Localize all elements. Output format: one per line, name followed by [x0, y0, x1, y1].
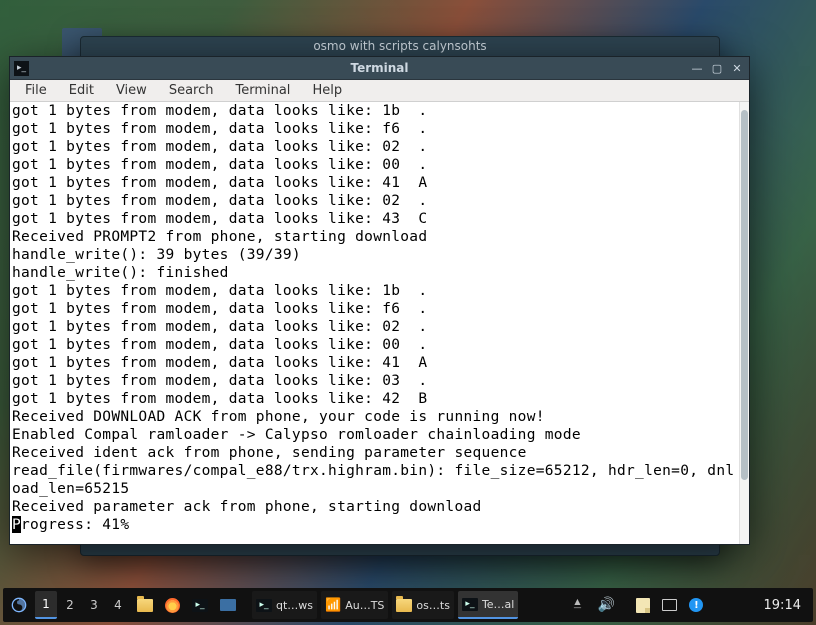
workspace-2[interactable]: 2 [59, 591, 81, 619]
terminal-window: ▸_ Terminal — ▢ ✕ File Edit View Search … [9, 56, 750, 545]
task-te[interactable]: ▸_ Te…al [458, 591, 518, 619]
folder-icon [396, 599, 412, 612]
menu-view[interactable]: View [107, 81, 156, 100]
workspace-1[interactable]: 1 [35, 591, 57, 619]
terminal-scrollbar[interactable] [739, 102, 749, 544]
task-os[interactable]: os…ts [392, 591, 454, 619]
window-title: Terminal [10, 61, 749, 75]
background-window-title: osmo with scripts calynsohts [81, 37, 719, 57]
taskbar-show-desktop[interactable] [216, 591, 240, 619]
task-label: os…ts [416, 599, 450, 612]
tray-notes[interactable] [632, 591, 654, 619]
window-app-icon: ▸_ [14, 61, 29, 76]
menu-file[interactable]: File [16, 81, 56, 100]
taskbar: 1234 ▸_ ▸_ qt…ws 📶 Au…TS os…ts ▸_ Te…al ▲— 🔊 !… [3, 588, 813, 622]
tray-volume[interactable]: 🔊 [592, 591, 620, 619]
desktop: osmo with scripts calynsohts ▸_ Terminal… [0, 0, 816, 625]
task-label: Te…al [482, 598, 514, 611]
taskbar-files[interactable] [133, 591, 157, 619]
menubar: File Edit View Search Terminal Help [10, 80, 749, 102]
wifi-icon: 📶 [325, 598, 341, 613]
terminal-icon: ▸_ [192, 599, 208, 612]
terminal-body[interactable]: got 1 bytes from modem, data looks like:… [10, 102, 749, 544]
menu-terminal[interactable]: Terminal [226, 81, 299, 100]
menu-edit[interactable]: Edit [60, 81, 103, 100]
tray-updates[interactable]: ▲— [566, 591, 588, 619]
task-qt[interactable]: ▸_ qt…ws [252, 591, 317, 619]
update-icon: ▲— [573, 599, 581, 611]
minimize-button[interactable]: — [689, 60, 705, 76]
info-icon: ! [689, 598, 703, 612]
firefox-icon [165, 598, 180, 613]
menu-help[interactable]: Help [303, 81, 351, 100]
menu-search[interactable]: Search [160, 81, 223, 100]
display-icon [662, 599, 677, 611]
maximize-button[interactable]: ▢ [709, 60, 725, 76]
taskbar-firefox[interactable] [161, 591, 184, 619]
volume-icon: 🔊 [596, 597, 616, 613]
workspace-3[interactable]: 3 [83, 591, 105, 619]
show-desktop-icon [220, 599, 236, 611]
close-button[interactable]: ✕ [729, 60, 745, 76]
start-icon [11, 597, 27, 613]
task-au[interactable]: 📶 Au…TS [321, 591, 388, 619]
tray-display[interactable] [658, 591, 681, 619]
start-button[interactable] [7, 591, 31, 619]
workspace-4[interactable]: 4 [107, 591, 129, 619]
taskbar-clock[interactable]: 19:14 [756, 598, 809, 613]
taskbar-terminal-launcher[interactable]: ▸_ [188, 591, 212, 619]
terminal-icon: ▸_ [462, 598, 478, 611]
terminal-icon: ▸_ [256, 599, 272, 612]
notes-icon [636, 598, 650, 613]
tray-info[interactable]: ! [685, 591, 707, 619]
titlebar[interactable]: ▸_ Terminal — ▢ ✕ [10, 57, 749, 80]
terminal-scrollbar-thumb[interactable] [741, 110, 748, 480]
task-label: Au…TS [345, 599, 384, 612]
task-label: qt…ws [276, 599, 313, 612]
terminal-output[interactable]: got 1 bytes from modem, data looks like:… [10, 102, 739, 544]
files-icon [137, 599, 153, 612]
